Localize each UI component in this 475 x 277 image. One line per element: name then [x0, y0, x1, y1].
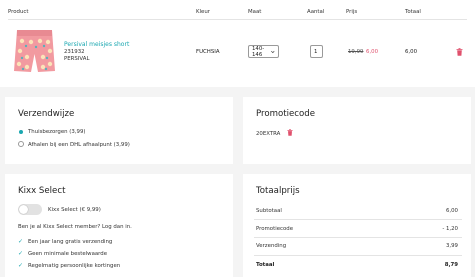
check-icon: ✓	[18, 250, 24, 257]
shipping-cost-value: 3,99	[445, 243, 458, 249]
shipping-title: Verzendwijze	[18, 109, 75, 119]
sale-price: 6,00	[366, 49, 379, 55]
grand-total-label: Totaal	[256, 262, 275, 268]
header-size: Maat	[248, 9, 262, 15]
kixx-login-text[interactable]: Ben je al Kixx Select member? Log dan in…	[18, 224, 132, 230]
header-price: Prijs	[346, 9, 358, 15]
totals-title: Totaalprijs	[256, 186, 300, 196]
promo-code: 20EXTRA	[256, 131, 281, 137]
subtotal-label: Subtotaal	[256, 208, 282, 214]
shipping-cost-label: Verzending	[256, 243, 287, 249]
shipping-radio-home[interactable]	[19, 130, 23, 134]
size-value: 140-146	[252, 45, 265, 58]
kixx-title: Kixx Select	[18, 186, 66, 196]
chevron-down-icon	[271, 50, 275, 53]
trash-icon[interactable]	[456, 48, 463, 56]
header-product: Product	[8, 9, 29, 15]
shipping-option-dhl[interactable]: Afhalen bij een DHL afhaalpunt (3,99)	[28, 142, 130, 148]
size-select[interactable]: 140-146	[248, 45, 279, 58]
header-divider	[8, 19, 467, 20]
header-color: Kleur	[196, 9, 210, 15]
check-icon: ✓	[18, 238, 24, 245]
check-icon: ✓	[18, 262, 24, 269]
product-name-link[interactable]: Persival meisjes short	[64, 41, 129, 48]
shipping-radio-dhl[interactable]	[18, 141, 24, 147]
header-total: Totaal	[405, 9, 421, 15]
product-image[interactable]	[13, 27, 56, 74]
product-number: 231932	[64, 49, 85, 55]
kixx-benefit: Regelmatig persoonlijke kortingen	[28, 263, 121, 269]
row-divider	[254, 219, 462, 220]
toggle-knob	[19, 205, 28, 214]
kixx-benefit: Geen minimale bestelwaarde	[28, 251, 108, 257]
promo-title: Promotiecode	[256, 109, 316, 119]
kixx-toggle-label[interactable]: Kixx Select (€ 9,99)	[48, 207, 101, 213]
old-price: 19,99	[348, 49, 364, 55]
header-quantity: Aantal	[307, 9, 325, 15]
kixx-toggle[interactable]	[18, 204, 42, 215]
grand-total-value: 8,79	[444, 262, 458, 268]
quantity-value: 1	[314, 48, 318, 55]
row-divider	[254, 255, 462, 256]
promo-discount-label: Promotiecode	[256, 226, 294, 232]
product-color: FUCHSIA	[196, 49, 220, 55]
product-brand: PERSIVAL	[64, 56, 90, 62]
row-divider	[254, 237, 462, 238]
promo-discount-value: - 1,20	[442, 226, 458, 232]
subtotal-value: 6,00	[445, 208, 458, 214]
line-total: 6,00	[405, 49, 418, 55]
quantity-select[interactable]: 1	[310, 45, 323, 58]
shipping-option-home[interactable]: Thuisbezorgen (3,99)	[28, 129, 86, 135]
trash-icon[interactable]	[287, 129, 293, 136]
kixx-benefit: Een jaar lang gratis verzending	[28, 239, 113, 245]
